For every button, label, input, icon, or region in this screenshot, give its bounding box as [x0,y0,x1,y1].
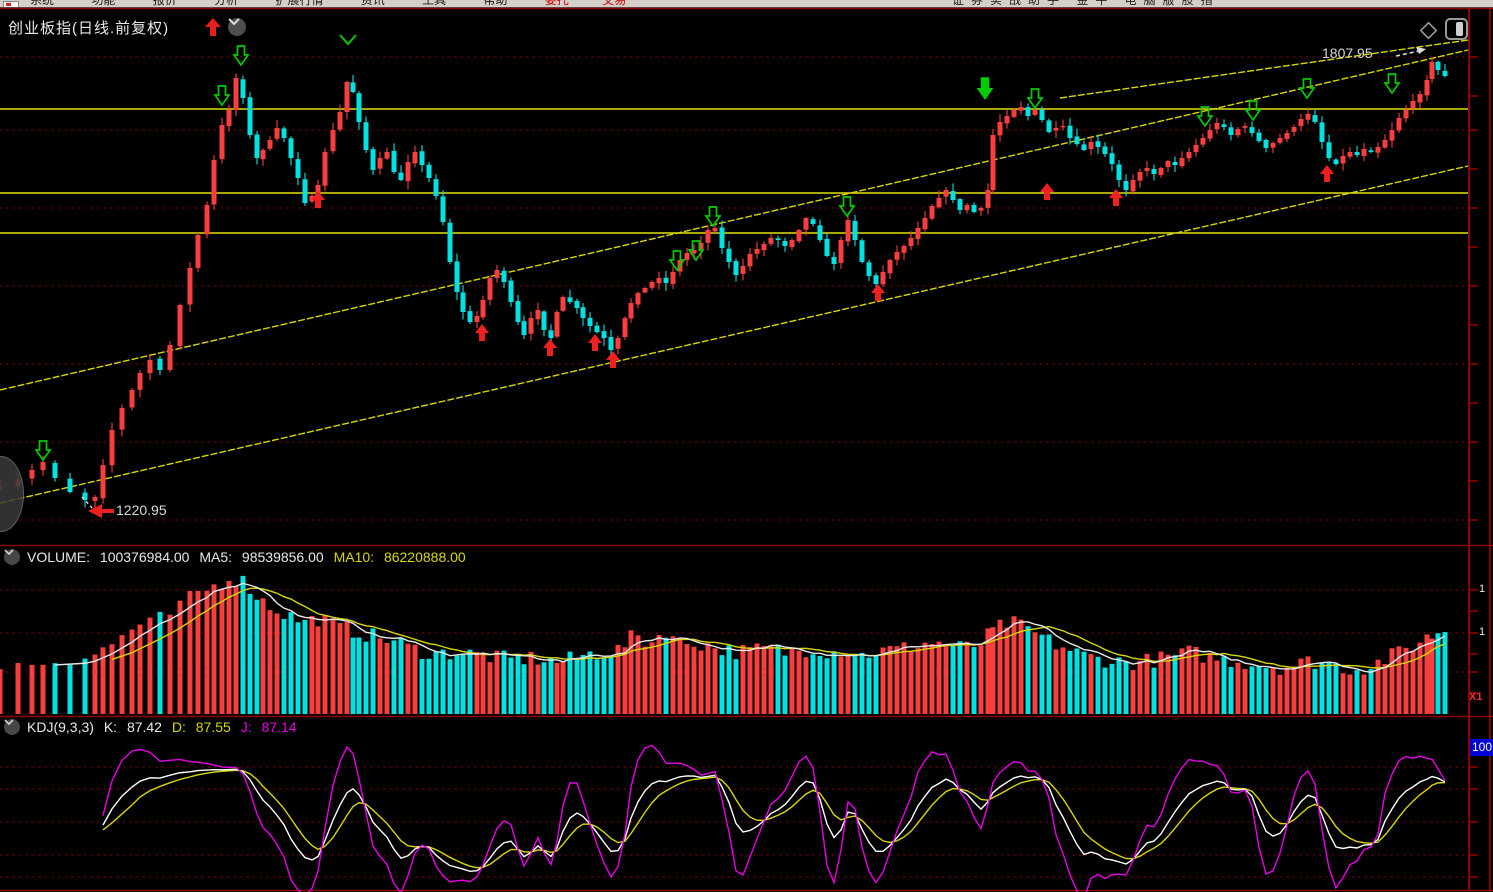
sell-signal-arrow [1198,107,1212,126]
volume-panel-header: VOLUME: 100376984.00 MA5: 98539856.00 MA… [4,549,472,565]
sell-signal-arrow-solid [977,77,994,100]
volume-axis-label-fragment: 1 [1479,626,1485,638]
high-price-annotation: 1807.95 [1322,45,1373,61]
kdj-scale-top-label: 100 [1470,739,1493,756]
price-up-arrow-icon [204,17,222,37]
annotation-arrows [82,47,1426,518]
split-window-icon[interactable] [1444,17,1470,41]
volume-unit-label: X1 [1469,691,1482,703]
kdj-label: KDJ(9,3,3) [27,719,94,735]
title-collapse-chevron-icon[interactable] [228,18,246,36]
trading-app-window: { "menu_bar": { "items": ["系统","功能","报价"… [0,0,1493,892]
chart-title: 创业板指(日线.前复权) [8,17,169,38]
buy-signal-arrow [1109,189,1123,206]
chart-canvas[interactable] [0,0,1493,892]
sell-signal-arrow [1300,79,1314,98]
volume-ma10-label: MA10: [334,549,374,565]
kdj-collapse-chevron-icon[interactable] [4,719,20,735]
sell-signal-arrow [215,86,229,105]
buy-signal-arrow [588,334,602,351]
kdj-j-label: J: [241,719,252,735]
kdj-k-value: 87.42 [127,719,162,735]
volume-value: 100376984.00 [100,549,190,565]
volume-ma5-label: MA5: [199,549,232,565]
signal-markers-layer [36,35,1399,460]
volume-ma5-value: 98539856.00 [242,549,324,565]
sell-signal-arrow [840,197,854,216]
sell-signal-arrow [706,207,720,226]
sell-signal-arrow [1246,101,1260,120]
price-axis [1469,8,1490,891]
gridlines [0,57,1468,877]
sell-signal-arrow [234,46,248,65]
kdj-k-label: K: [104,719,117,735]
volume-collapse-chevron-icon[interactable] [4,549,20,565]
diamond-tool-icon[interactable] [1416,18,1440,42]
buy-signal-arrow [1040,183,1054,200]
kdj-d-value: 87.55 [196,719,231,735]
volume-axis-label-fragment: 1 [1479,583,1485,595]
sell-signal-arrow [1385,74,1399,93]
buy-signal-arrow [1320,165,1334,182]
kdj-d-label: D: [172,719,186,735]
kdj-panel-header: KDJ(9,3,3) K: 87.42 D: 87.55 J: 87.14 [4,719,303,735]
kdj-j-value: 87.14 [261,719,296,735]
sell-signal-arrow [1028,89,1042,108]
candles-layer[interactable] [0,58,1448,509]
volume-label: VOLUME: [27,549,90,565]
low-price-annotation: 1220.95 [116,502,167,518]
volume-bars-layer[interactable] [0,576,1448,714]
buy-signal-arrow [543,339,557,356]
sell-chevron-marker [340,35,356,44]
volume-ma10-value: 86220888.00 [384,549,466,565]
